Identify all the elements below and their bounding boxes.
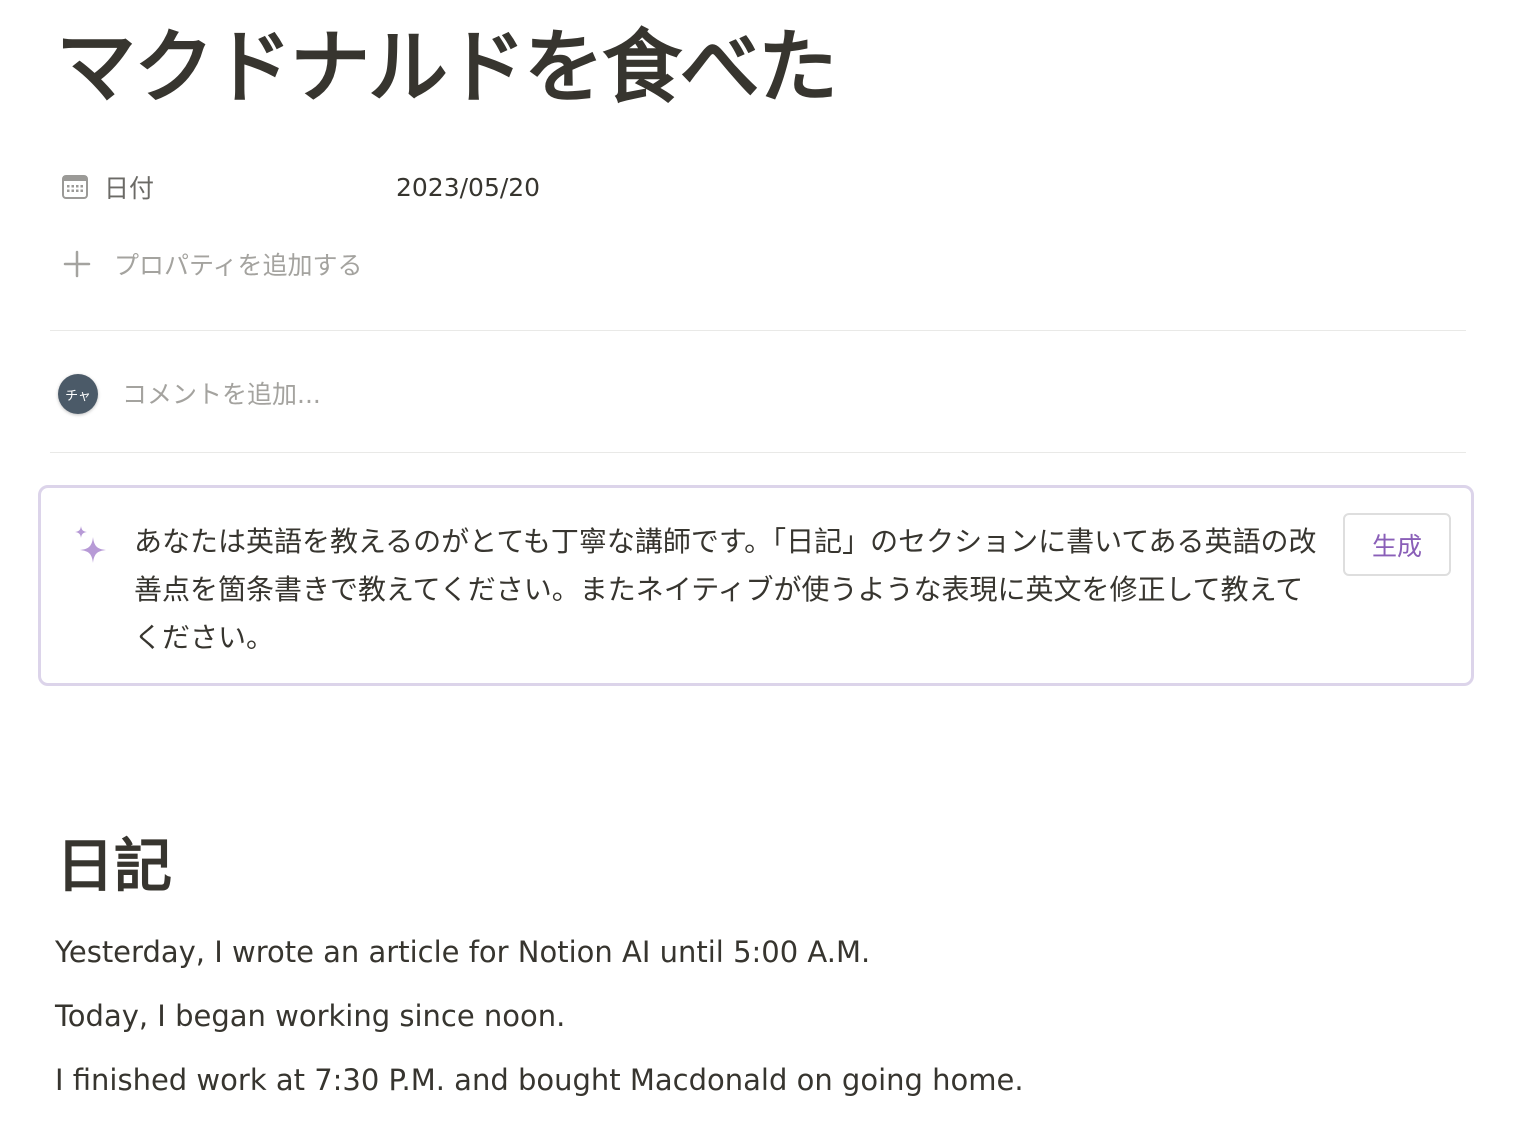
diary-paragraph[interactable]: Yesterday, I wrote an article for Notion… (55, 930, 870, 974)
property-value-date[interactable]: 2023/05/20 (396, 173, 540, 202)
page-title[interactable]: マクドナルドを食べた (56, 18, 838, 118)
divider (50, 452, 1466, 453)
section-heading-diary[interactable]: 日記 (56, 826, 172, 906)
ai-block[interactable]: あなたは英語を教えるのがとても丁寧な講師です。「日記」のセクションに書いてある英… (38, 485, 1474, 686)
add-property-label: プロパティを追加する (114, 251, 363, 280)
avatar: チャ (58, 374, 98, 414)
generate-button[interactable]: 生成 (1343, 513, 1451, 576)
calendar-icon (60, 172, 90, 202)
comment-row: チャ (56, 370, 1456, 418)
property-name[interactable]: 日付 (104, 169, 396, 205)
add-property-button[interactable]: プロパティを追加する (56, 240, 363, 288)
diary-paragraph[interactable]: Today, I began working since noon. (55, 994, 565, 1038)
diary-paragraph[interactable]: I finished work at 7:30 P.M. and bought … (55, 1058, 1024, 1102)
comment-input[interactable] (122, 379, 1022, 409)
divider (50, 330, 1466, 331)
ai-prompt-text[interactable]: あなたは英語を教えるのがとても丁寧な講師です。「日記」のセクションに書いてある英… (134, 518, 1324, 662)
property-row-date[interactable]: 日付 2023/05/20 (56, 164, 756, 210)
sparkle-icon (71, 524, 111, 568)
plus-icon (60, 247, 94, 281)
